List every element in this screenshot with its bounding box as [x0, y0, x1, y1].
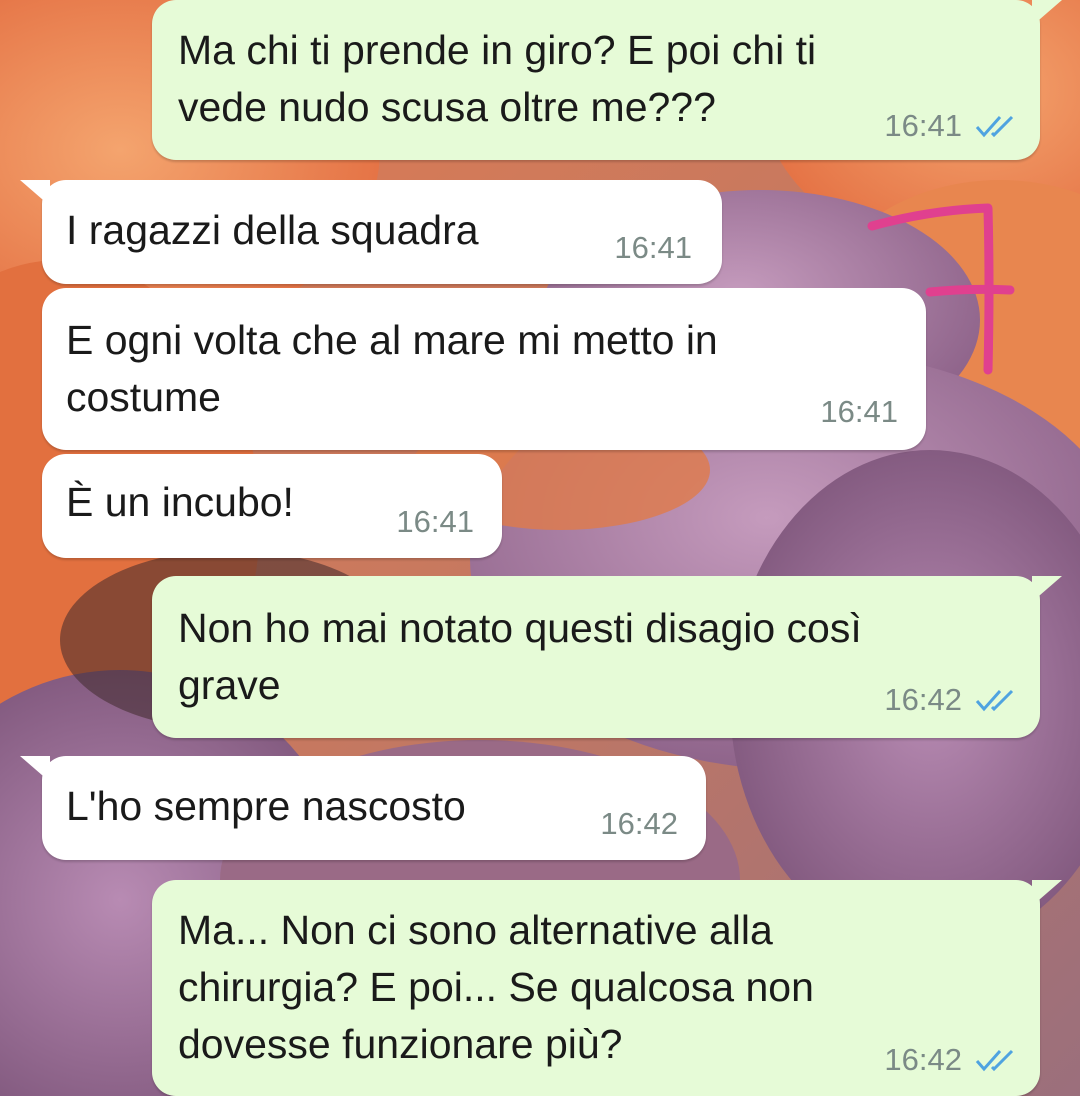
message-meta: 16:42 [600, 808, 678, 840]
bubble-tail [1032, 576, 1062, 602]
incoming-message[interactable]: È un incubo! 16:41 [42, 454, 502, 558]
incoming-message[interactable]: L'ho sempre nascosto 16:42 [20, 756, 706, 860]
message-text: È un incubo! [66, 479, 294, 525]
double-check-icon [974, 687, 1018, 713]
message-time: 16:41 [884, 108, 962, 143]
message-text: I ragazzi della squadra [66, 207, 479, 253]
message-text: L'ho sempre nascosto [66, 783, 466, 829]
message-time: 16:41 [396, 504, 474, 539]
incoming-message[interactable]: E ogni volta che al mare mi metto in cos… [42, 288, 926, 450]
message-text: Ma chi ti prende in giro? E poi chi ti v… [178, 27, 817, 130]
outgoing-message[interactable]: Non ho mai notato questi disagio così gr… [152, 576, 1062, 738]
message-text: Non ho mai notato questi disagio così gr… [178, 605, 862, 708]
chat-message-list[interactable]: Ma chi ti prende in giro? E poi chi ti v… [0, 0, 1080, 1096]
bubble-tail [20, 756, 50, 782]
message-meta: 16:41 [884, 110, 1018, 142]
incoming-message[interactable]: I ragazzi della squadra 16:41 [20, 180, 722, 284]
message-meta: 16:42 [884, 1044, 1018, 1076]
message-time: 16:42 [884, 682, 962, 717]
message-text: E ogni volta che al mare mi metto in cos… [66, 317, 718, 420]
message-meta: 16:41 [820, 396, 898, 428]
message-time: 16:42 [600, 806, 678, 841]
message-time: 16:41 [820, 394, 898, 429]
message-time: 16:42 [884, 1042, 962, 1077]
double-check-icon [974, 1047, 1018, 1073]
bubble-tail [1032, 0, 1062, 26]
handwritten-7-annotation [860, 196, 1030, 391]
message-text: Ma... Non ci sono alternative alla chiru… [178, 907, 814, 1067]
message-time: 16:41 [614, 230, 692, 265]
message-meta: 16:42 [884, 684, 1018, 716]
message-meta: 16:41 [396, 506, 474, 538]
bubble-tail [1032, 880, 1062, 906]
double-check-icon [974, 113, 1018, 139]
message-meta: 16:41 [614, 232, 692, 264]
outgoing-message[interactable]: Ma chi ti prende in giro? E poi chi ti v… [152, 0, 1062, 160]
bubble-tail [20, 180, 50, 206]
outgoing-message[interactable]: Ma... Non ci sono alternative alla chiru… [152, 880, 1062, 1096]
